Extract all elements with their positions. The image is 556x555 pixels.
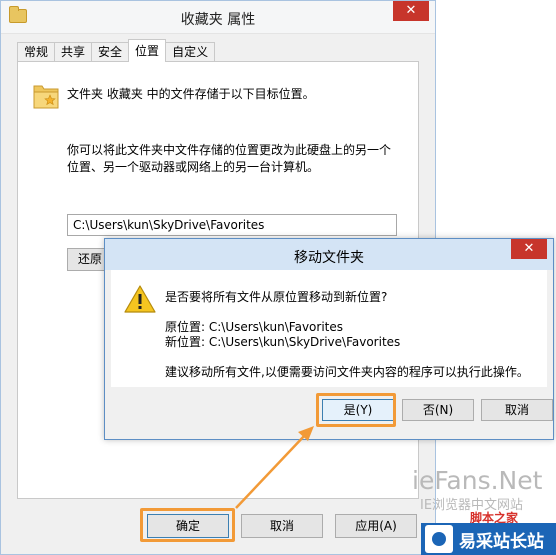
dialog-title: 移动文件夹 bbox=[294, 250, 364, 266]
site-badge: 易采站长站 bbox=[421, 523, 556, 555]
favorites-folder-icon bbox=[33, 85, 59, 109]
no-button[interactable]: 否(N) bbox=[402, 399, 474, 421]
ok-button-highlight bbox=[140, 508, 235, 542]
dialog-body: 是否要将所有文件从原位置移动到新位置? 原位置: C:\Users\kun\Fa… bbox=[111, 270, 547, 387]
description-text: 你可以将此文件夹中文件存储的位置更改为此硬盘上的另一个 位置、另一个驱动器或网络… bbox=[67, 142, 407, 176]
description-line-1: 你可以将此文件夹中文件存储的位置更改为此硬盘上的另一个 bbox=[67, 143, 392, 157]
window-titlebar[interactable]: 收藏夹 属性 ✕ bbox=[1, 1, 435, 34]
site-logo-icon bbox=[425, 525, 453, 553]
dialog-titlebar[interactable]: 移动文件夹 ✕ bbox=[105, 239, 553, 270]
location-info-text: 文件夹 收藏夹 中的文件存储于以下目标位置。 bbox=[67, 87, 315, 101]
window-title: 收藏夹 属性 bbox=[180, 12, 256, 28]
yes-button-highlight bbox=[316, 393, 396, 427]
tab-strip: 常规 共享 安全 位置 自定义 bbox=[17, 39, 216, 62]
new-location-text: 新位置: C:\Users\kun\SkyDrive\Favorites bbox=[165, 335, 401, 349]
dialog-close-button[interactable]: ✕ bbox=[511, 239, 547, 259]
window-close-button[interactable]: ✕ bbox=[393, 1, 429, 21]
tab-general[interactable]: 常规 bbox=[17, 42, 56, 62]
tab-location[interactable]: 位置 bbox=[128, 39, 167, 62]
description-line-2: 位置、另一个驱动器或网络上的另一台计算机。 bbox=[67, 160, 320, 174]
tab-security[interactable]: 安全 bbox=[91, 42, 130, 62]
warning-icon bbox=[124, 285, 156, 313]
apply-button[interactable]: 应用(A) bbox=[335, 514, 417, 538]
watermark-ifans: iеFans.Net bbox=[412, 466, 543, 495]
tab-sharing[interactable]: 共享 bbox=[54, 42, 93, 62]
tab-customize[interactable]: 自定义 bbox=[165, 42, 216, 62]
dialog-question: 是否要将所有文件从原位置移动到新位置? bbox=[165, 290, 388, 304]
location-path-input[interactable]: C:\Users\kun\SkyDrive\Favorites bbox=[67, 214, 397, 236]
dialog-cancel-button[interactable]: 取消 bbox=[481, 399, 553, 421]
dialog-note: 建议移动所有文件,以便需要访问文件夹内容的程序可以执行此操作。 bbox=[165, 365, 529, 379]
cancel-button[interactable]: 取消 bbox=[241, 514, 323, 538]
site-badge-text: 易采站长站 bbox=[459, 531, 544, 552]
